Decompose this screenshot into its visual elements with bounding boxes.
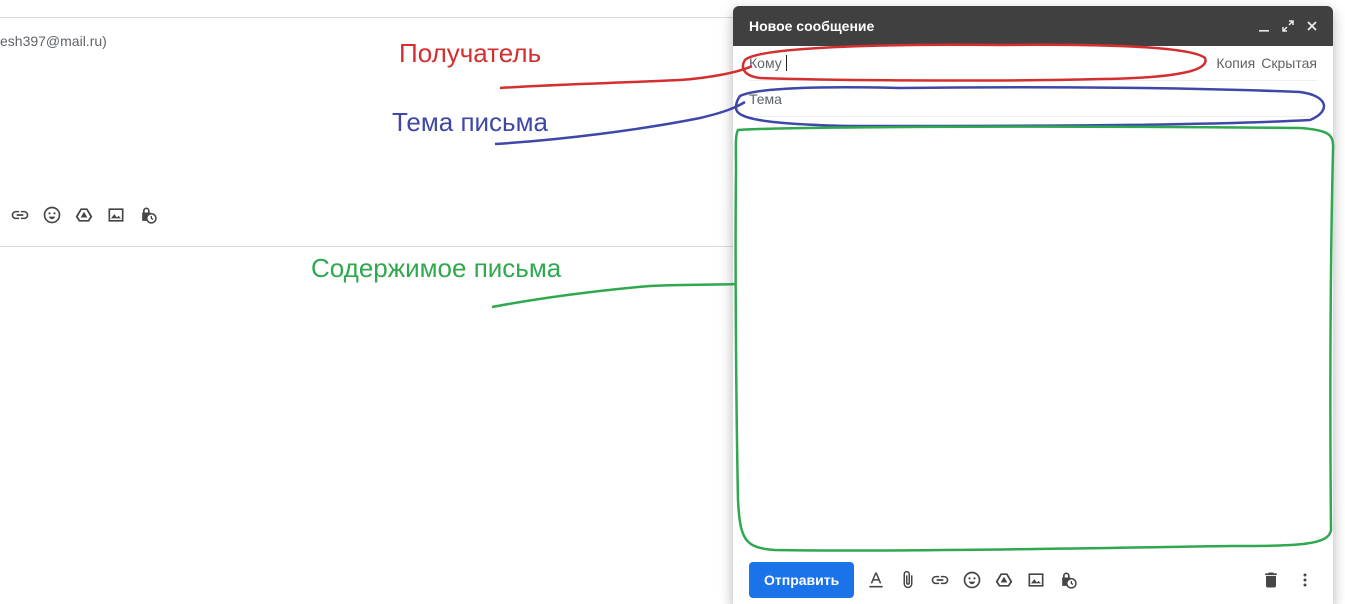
bottom-divider	[0, 246, 733, 247]
red-pointer-line	[499, 64, 753, 90]
annotation-subject: Тема письма	[392, 107, 548, 137]
subject-field-row[interactable]: Тема	[749, 82, 1317, 117]
to-label: Кому	[749, 55, 782, 71]
link-icon[interactable]	[928, 568, 952, 592]
schedule-icon[interactable]	[136, 203, 160, 227]
link-icon[interactable]	[8, 203, 32, 227]
annotation-content: Содержимое письма	[311, 253, 562, 283]
message-body[interactable]	[749, 128, 1317, 546]
trash-icon[interactable]	[1259, 568, 1283, 592]
minimize-icon[interactable]	[1255, 17, 1273, 35]
cc-link[interactable]: Копия	[1216, 55, 1255, 71]
bcc-link[interactable]: Скрытая	[1261, 55, 1317, 71]
text-caret	[785, 55, 787, 71]
close-icon[interactable]	[1303, 17, 1321, 35]
text-format-icon[interactable]	[864, 568, 888, 592]
expand-icon[interactable]	[1279, 17, 1297, 35]
drive-icon[interactable]	[72, 203, 96, 227]
emoji-icon[interactable]	[40, 203, 64, 227]
annotation-recipient: Получатель	[399, 38, 542, 68]
green-pointer-line	[491, 282, 737, 309]
drive-icon[interactable]	[992, 568, 1016, 592]
to-field-row[interactable]: Кому Копия Скрытая	[749, 46, 1317, 81]
email-address-fragment: esh397@mail.ru)	[0, 33, 107, 49]
compose-window: Новое сообщение Кому Копия Скрытая Тема …	[733, 6, 1333, 604]
compose-header: Новое сообщение	[733, 6, 1333, 46]
compose-footer: Отправить	[749, 562, 1317, 598]
compose-title: Новое сообщение	[749, 18, 875, 34]
subject-placeholder: Тема	[749, 91, 782, 107]
more-vert-icon[interactable]	[1293, 568, 1317, 592]
photo-icon[interactable]	[104, 203, 128, 227]
top-divider	[0, 17, 733, 18]
photo-icon[interactable]	[1024, 568, 1048, 592]
attach-icon[interactable]	[896, 568, 920, 592]
schedule-icon[interactable]	[1056, 568, 1080, 592]
send-button[interactable]: Отправить	[749, 562, 855, 598]
background-toolbar	[8, 203, 160, 227]
emoji-icon[interactable]	[960, 568, 984, 592]
